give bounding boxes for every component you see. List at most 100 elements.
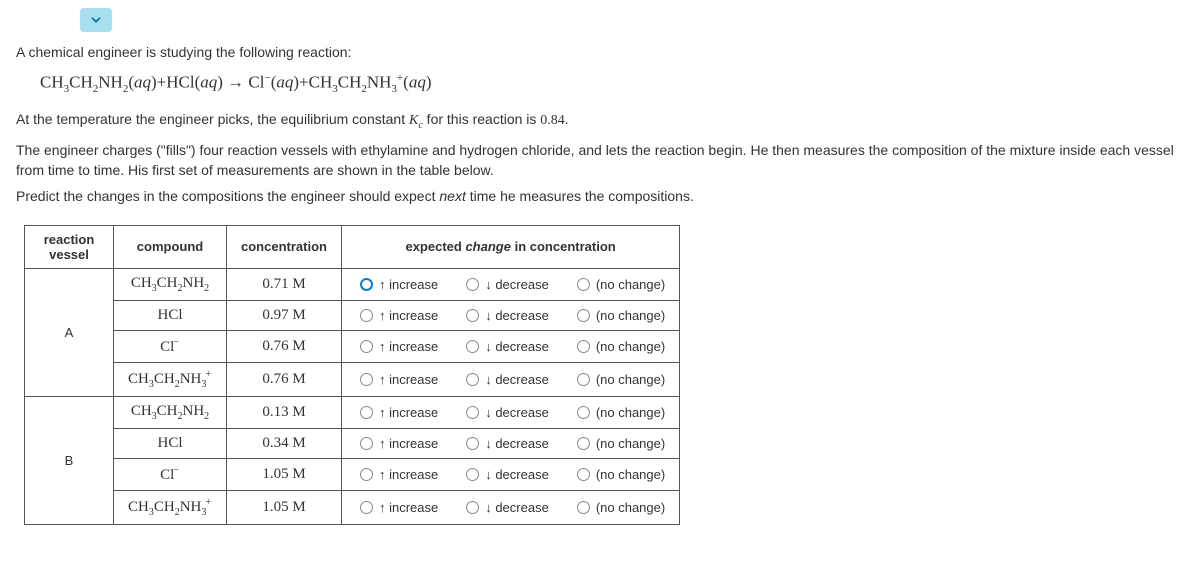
radio-label: (no change) [596, 277, 665, 292]
radio-label: ↓ decrease [485, 467, 549, 482]
vessel-label: A [25, 268, 114, 396]
radio-label: ↓ decrease [485, 277, 549, 292]
radio-icon [466, 406, 479, 419]
para3-pre: Predict the changes in the compositions … [16, 188, 439, 204]
radio-option-nochange[interactable]: (no change) [577, 372, 665, 387]
table-row: ACH3CH2NH20.71 M↑ increase↓ decrease(no … [25, 268, 680, 300]
radio-option-decrease[interactable]: ↓ decrease [466, 277, 549, 292]
compound-cell: CH3CH2NH2 [114, 268, 227, 300]
radio-icon [466, 278, 479, 291]
radio-icon [466, 309, 479, 322]
radio-icon [577, 501, 590, 514]
table-row: CH3CH2NH3+0.76 M↑ increase↓ decrease(no … [25, 362, 680, 396]
table-row: CH3CH2NH3+1.05 M ↑ increase ↓ decrease (no … [25, 490, 680, 524]
para3-next: next [439, 188, 465, 204]
radio-label: (no change) [596, 339, 665, 354]
radio-icon [360, 468, 373, 481]
radio-option-increase[interactable]: ↑ increase [360, 436, 438, 451]
table-row: Cl−0.76 M ↑ increase ↓ decrease (no change) [25, 330, 680, 362]
radio-option-nochange[interactable]: (no change) [577, 405, 665, 420]
radio-icon [360, 501, 373, 514]
radio-option-decrease[interactable]: ↓ decrease [466, 308, 549, 323]
radio-icon [577, 340, 590, 353]
concentration-cell: 0.13 M [227, 396, 342, 428]
radio-icon [466, 437, 479, 450]
radio-label: ↓ decrease [485, 372, 549, 387]
radio-option-decrease[interactable]: ↓ decrease [466, 405, 549, 420]
radio-icon [577, 406, 590, 419]
kc-symbol: Kc [409, 113, 423, 128]
radio-option-decrease[interactable]: ↓ decrease [466, 500, 549, 515]
radio-option-decrease[interactable]: ↓ decrease [466, 467, 549, 482]
concentration-cell: 1.05 M [227, 458, 342, 490]
radio-icon [577, 373, 590, 386]
change-options-cell: ↑ increase ↓ decrease (no change) [341, 268, 679, 300]
radio-option-increase[interactable]: ↑ increase [360, 308, 438, 323]
radio-label: ↑ increase [379, 467, 438, 482]
radio-icon [577, 309, 590, 322]
concentration-cell: 0.76 M [227, 362, 342, 396]
radio-icon [360, 340, 373, 353]
compound-cell: CH3CH2NH2 [114, 396, 227, 428]
compound-cell: CH3CH2NH3+ [114, 490, 227, 524]
kc-value: 0.84 [540, 113, 565, 128]
radio-option-nochange[interactable]: (no change) [577, 339, 665, 354]
concentration-cell: 0.71 M [227, 268, 342, 300]
concentration-cell: 0.76 M [227, 330, 342, 362]
radio-icon [466, 373, 479, 386]
radio-label: ↓ decrease [485, 500, 549, 515]
change-options-cell: ↑ increase ↓ decrease (no change) [341, 362, 679, 396]
col-compound: compound [114, 225, 227, 268]
radio-label: (no change) [596, 500, 665, 515]
radio-label: ↑ increase [379, 277, 438, 292]
radio-label: ↑ increase [379, 372, 438, 387]
radio-option-nochange[interactable]: (no change) [577, 500, 665, 515]
radio-icon [466, 501, 479, 514]
radio-icon [360, 373, 373, 386]
radio-label: ↓ decrease [485, 405, 549, 420]
concentration-cell: 1.05 M [227, 490, 342, 524]
change-options-cell: ↑ increase ↓ decrease (no change) [341, 428, 679, 458]
radio-icon [577, 437, 590, 450]
change-options-cell: ↑ increase ↓ decrease (no change) [341, 396, 679, 428]
radio-option-increase[interactable]: ↑ increase [360, 339, 438, 354]
radio-option-increase[interactable]: ↑ increase [360, 372, 438, 387]
radio-icon [360, 406, 373, 419]
radio-option-increase[interactable]: ↑ increase [360, 405, 438, 420]
collapse-toggle[interactable] [80, 8, 112, 32]
radio-option-increase[interactable]: ↑ increase [360, 467, 438, 482]
radio-option-nochange[interactable]: (no change) [577, 308, 665, 323]
radio-label: (no change) [596, 405, 665, 420]
compound-cell: Cl− [114, 330, 227, 362]
radio-icon [360, 437, 373, 450]
radio-icon [466, 468, 479, 481]
radio-label: (no change) [596, 308, 665, 323]
measurements-table: reaction vessel compound concentration e… [24, 225, 680, 525]
change-options-cell: ↑ increase ↓ decrease (no change) [341, 458, 679, 490]
radio-option-decrease[interactable]: ↓ decrease [466, 436, 549, 451]
radio-option-nochange[interactable]: (no change) [577, 436, 665, 451]
table-row: BCH3CH2NH20.13 M↑ increase↓ decrease(no … [25, 396, 680, 428]
radio-icon [577, 468, 590, 481]
radio-label: ↑ increase [379, 500, 438, 515]
radio-label: (no change) [596, 467, 665, 482]
col-concentration: concentration [227, 225, 342, 268]
radio-label: ↓ decrease [485, 436, 549, 451]
radio-label: ↑ increase [379, 405, 438, 420]
intro-text-1: A chemical engineer is studying the foll… [16, 42, 1184, 62]
chevron-down-icon [89, 13, 103, 27]
radio-label: ↓ decrease [485, 308, 549, 323]
radio-label: ↓ decrease [485, 339, 549, 354]
intro2-post: for this reaction is [423, 111, 541, 127]
radio-option-decrease[interactable]: ↓ decrease [466, 372, 549, 387]
compound-cell: HCl [114, 428, 227, 458]
radio-option-nochange[interactable]: (no change) [577, 467, 665, 482]
radio-option-increase[interactable]: ↑ increase [360, 500, 438, 515]
radio-option-increase[interactable]: ↑ increase [360, 277, 438, 292]
change-options-cell: ↑ increase ↓ decrease (no change) [341, 300, 679, 330]
para-predict: Predict the changes in the compositions … [16, 186, 1184, 206]
compound-cell: HCl [114, 300, 227, 330]
radio-option-decrease[interactable]: ↓ decrease [466, 339, 549, 354]
radio-option-nochange[interactable]: (no change) [577, 277, 665, 292]
vessel-label: B [25, 396, 114, 524]
